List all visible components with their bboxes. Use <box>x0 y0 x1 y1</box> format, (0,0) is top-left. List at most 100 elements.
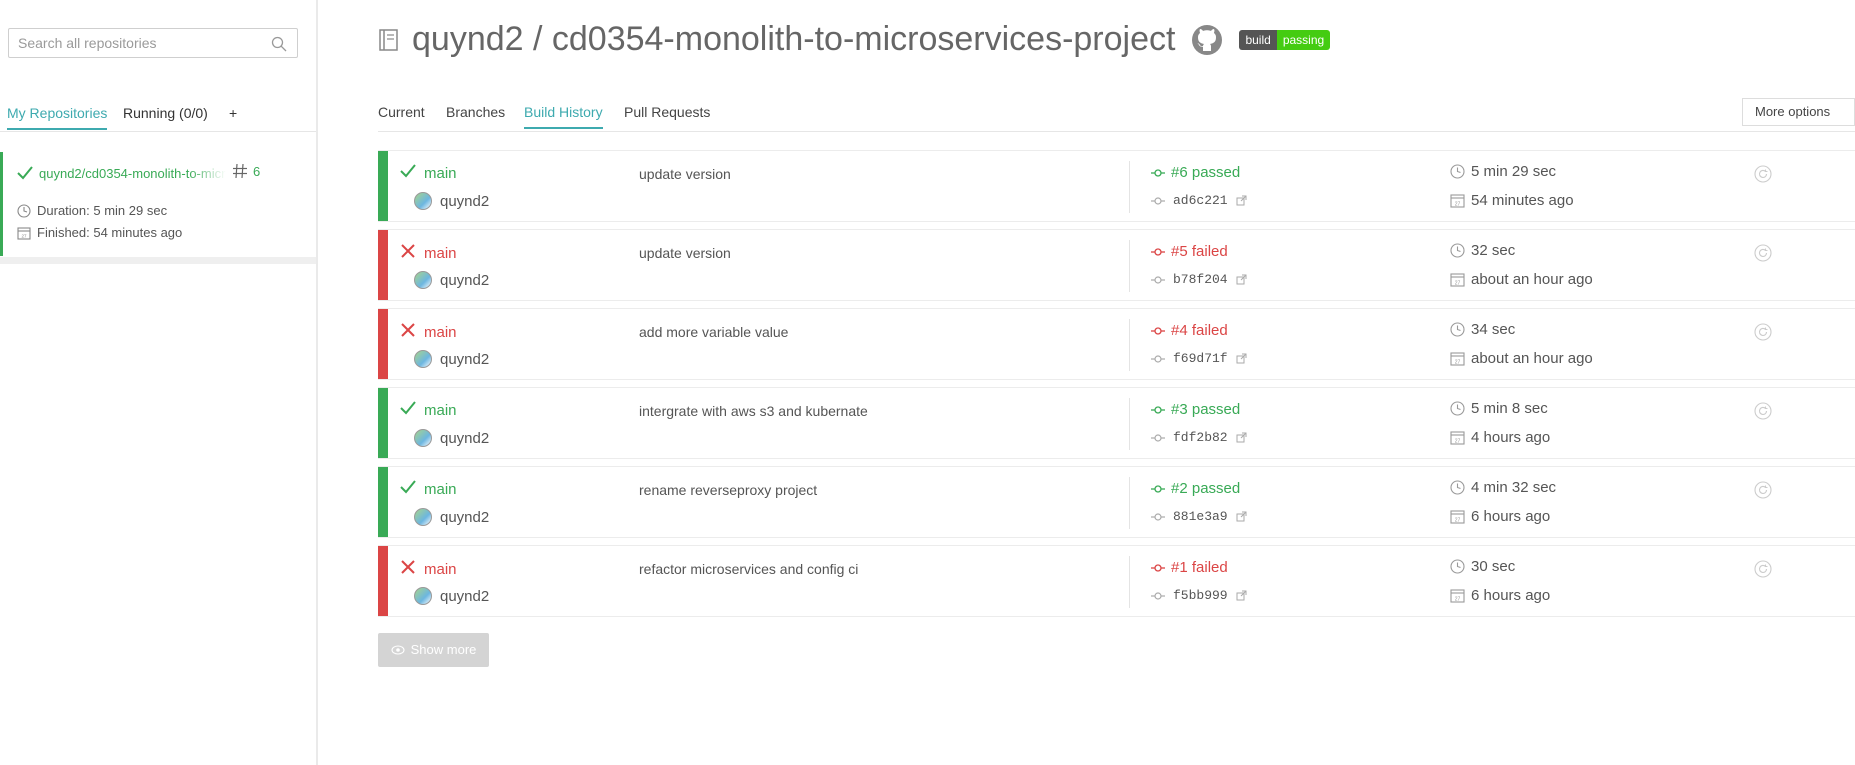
finished-text: 4 hours ago <box>1471 429 1551 446</box>
search-box[interactable] <box>8 28 298 58</box>
commit-icon <box>1151 275 1165 284</box>
restart-build-icon[interactable] <box>1754 481 1772 499</box>
avatar <box>414 192 432 210</box>
restart-build-icon[interactable] <box>1754 323 1772 341</box>
finished-text: about an hour ago <box>1471 350 1593 367</box>
commit-message: rename reverseproxy project <box>639 482 818 498</box>
build-status-link[interactable]: #6 passed <box>1151 164 1240 181</box>
tab-branches[interactable]: Branches <box>446 104 505 120</box>
github-icon[interactable] <box>1191 24 1223 56</box>
restart-build-icon[interactable] <box>1754 560 1772 578</box>
repo-card-divider <box>0 257 316 264</box>
build-branch[interactable]: main <box>400 243 457 263</box>
commit-link[interactable]: f69d71f <box>1151 351 1247 366</box>
commit-sha: ad6c221 <box>1173 193 1228 208</box>
branch-name: main <box>424 401 457 419</box>
build-branch[interactable]: main <box>400 559 457 579</box>
commit-message: update version <box>639 245 731 261</box>
restart-build-icon[interactable] <box>1754 165 1772 183</box>
build-row[interactable]: main quynd2 rename reverseproxy project … <box>378 466 1855 538</box>
tab-current[interactable]: Current <box>378 104 425 120</box>
cross-icon <box>400 243 416 263</box>
build-status-text: #5 failed <box>1171 243 1228 260</box>
commit-sha: 881e3a9 <box>1173 509 1228 524</box>
restart-build-icon[interactable] <box>1754 402 1772 420</box>
more-options-button[interactable]: More options <box>1742 98 1855 126</box>
build-duration: 30 sec <box>1450 558 1515 575</box>
commit-sha: f69d71f <box>1173 351 1228 366</box>
build-branch[interactable]: main <box>400 322 457 342</box>
calendar-icon: 27 <box>1450 431 1465 445</box>
commit-sha: fdf2b82 <box>1173 430 1228 445</box>
author-name: quynd2 <box>440 508 490 526</box>
duration-text: Duration: 5 min 29 sec <box>37 203 168 218</box>
repo-build-number[interactable]: 6 <box>233 163 260 179</box>
row-divider <box>1129 161 1130 213</box>
commit-link[interactable]: fdf2b82 <box>1151 430 1247 445</box>
commit-link[interactable]: ad6c221 <box>1151 193 1247 208</box>
row-divider <box>1129 477 1130 529</box>
repo-link[interactable]: quynd2/cd0354-monolith-to-microservices-… <box>16 165 226 181</box>
svg-text:27: 27 <box>1455 360 1461 366</box>
build-status-link[interactable]: #2 passed <box>1151 480 1240 497</box>
finished-text: about an hour ago <box>1471 271 1593 288</box>
build-branch[interactable]: main <box>400 164 457 182</box>
commit-icon <box>1151 196 1165 205</box>
commit-icon <box>1151 247 1165 256</box>
build-author: quynd2 <box>414 271 489 289</box>
search-input[interactable] <box>9 29 268 57</box>
tab-my-repositories[interactable]: My Repositories <box>7 105 108 130</box>
restart-build-icon[interactable] <box>1754 244 1772 262</box>
avatar <box>414 429 432 447</box>
tab-pull-requests[interactable]: Pull Requests <box>624 104 710 120</box>
show-more-button[interactable]: Show more <box>378 633 489 667</box>
commit-link[interactable]: 881e3a9 <box>1151 509 1247 524</box>
commit-icon <box>1151 591 1165 600</box>
commit-link[interactable]: f5bb999 <box>1151 588 1247 603</box>
check-icon <box>17 166 33 180</box>
avatar <box>414 587 432 605</box>
branch-name: main <box>424 164 457 182</box>
external-link-icon <box>1236 195 1247 206</box>
build-row[interactable]: main quynd2 update version #5 failed b78… <box>378 229 1855 301</box>
duration-text: 5 min 29 sec <box>1471 163 1557 180</box>
build-author: quynd2 <box>414 429 489 447</box>
build-row[interactable]: main quynd2 update version #6 passed ad6… <box>378 150 1855 222</box>
cross-icon <box>400 559 416 579</box>
build-branch[interactable]: main <box>400 480 457 498</box>
build-finished: 27 about an hour ago <box>1450 271 1593 288</box>
repo-card[interactable]: quynd2/cd0354-monolith-to-microservices-… <box>0 152 316 264</box>
commit-icon <box>1151 433 1165 442</box>
author-name: quynd2 <box>440 271 490 289</box>
build-status-text: #1 failed <box>1171 559 1228 576</box>
tab-build-history[interactable]: Build History <box>524 104 603 129</box>
commit-link[interactable]: b78f204 <box>1151 272 1247 287</box>
search-icon[interactable] <box>271 36 287 52</box>
build-branch[interactable]: main <box>400 401 457 419</box>
commit-icon <box>1151 405 1165 414</box>
build-status-badge[interactable]: build passing <box>1239 29 1331 50</box>
badge-value: passing <box>1276 29 1331 50</box>
clock-icon <box>1450 322 1465 337</box>
build-row[interactable]: main quynd2 refactor microservices and c… <box>378 545 1855 617</box>
build-finished: 27 6 hours ago <box>1450 587 1550 604</box>
build-status-link[interactable]: #3 passed <box>1151 401 1240 418</box>
external-link-icon <box>1236 353 1247 364</box>
build-status-text: #6 passed <box>1171 164 1241 181</box>
build-status-link[interactable]: #4 failed <box>1151 322 1228 339</box>
add-tab-button[interactable]: + <box>229 105 237 121</box>
build-row[interactable]: main quynd2 add more variable value #4 f… <box>378 308 1855 380</box>
build-row[interactable]: main quynd2 intergrate with aws s3 and k… <box>378 387 1855 459</box>
check-icon <box>400 480 416 498</box>
commit-icon <box>1151 512 1165 521</box>
clock-icon <box>1450 480 1465 495</box>
build-status-link[interactable]: #1 failed <box>1151 559 1228 576</box>
tab-running[interactable]: Running (0/0) <box>123 105 208 121</box>
build-status-link[interactable]: #5 failed <box>1151 243 1228 260</box>
calendar-icon: 27 <box>17 226 31 240</box>
commit-message: add more variable value <box>639 324 789 340</box>
svg-text:27: 27 <box>21 233 27 238</box>
calendar-icon: 27 <box>1450 510 1465 524</box>
calendar-icon: 27 <box>1450 194 1465 208</box>
svg-text:27: 27 <box>1455 597 1461 603</box>
